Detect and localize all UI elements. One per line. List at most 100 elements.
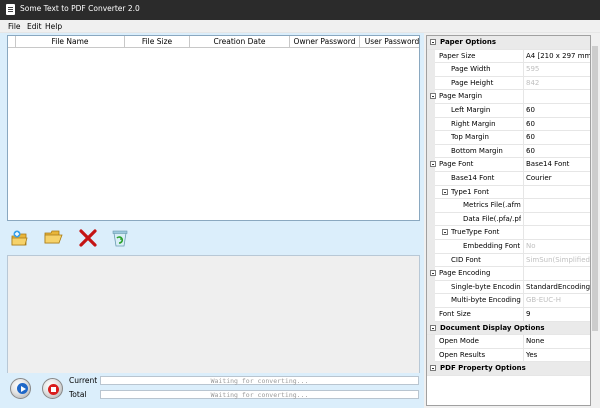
property-row[interactable]: Page Height 842 [427, 76, 590, 91]
property-grid[interactable]: Paper Options Paper Size A4 [210 x 297 mm]… [426, 35, 591, 406]
collapse-icon[interactable] [430, 324, 436, 331]
property-value[interactable]: StandardEncoding [523, 280, 590, 295]
menu-file[interactable]: File [8, 22, 21, 31]
property-row[interactable]: Paper Size A4 [210 x 297 mm] [427, 49, 590, 64]
property-value[interactable]: None [523, 335, 590, 349]
current-label: Current [69, 376, 98, 385]
property-value[interactable]: SimSun(Simplified Chinese) [523, 253, 590, 268]
property-value[interactable]: 842 [523, 76, 590, 91]
property-name: Open Mode [439, 337, 479, 346]
property-value[interactable]: A4 [210 x 297 mm] [523, 49, 590, 64]
title-bar: Some Text to PDF Converter 2.0 [0, 0, 600, 20]
property-row[interactable]: Single-byte Encoding StandardEncoding [427, 280, 590, 295]
property-gutter [427, 308, 435, 322]
column-file-size[interactable]: File Size [125, 36, 190, 48]
property-category[interactable]: Document Display Options [427, 321, 590, 336]
property-row[interactable]: Top Margin 60 [427, 131, 590, 145]
property-row[interactable]: Embedding Font No [427, 240, 590, 254]
property-value[interactable]: GB-EUC-H [523, 294, 590, 308]
property-row[interactable]: Font Size 9 [427, 308, 590, 322]
add-files-icon[interactable] [10, 229, 30, 247]
property-category[interactable]: Paper Options [427, 36, 590, 50]
property-name: Bottom Margin [451, 146, 503, 155]
current-progress-text: Waiting for converting... [210, 377, 309, 385]
property-value[interactable] [523, 199, 590, 213]
property-gutter [427, 199, 435, 213]
property-row[interactable]: Multi-byte Encoding GB-EUC-H [427, 294, 590, 308]
menu-edit[interactable]: Edit [27, 22, 42, 31]
property-value[interactable]: Base14 Font [523, 158, 590, 172]
stop-convert-button[interactable] [42, 378, 63, 399]
property-row[interactable]: Open Mode None [427, 335, 590, 349]
property-value[interactable]: Yes [523, 348, 590, 363]
left-pane: File Name File Size Creation Date Owner … [0, 33, 424, 408]
property-value[interactable] [523, 212, 590, 227]
property-category[interactable]: PDF Property Options [427, 362, 590, 376]
property-row[interactable]: Page Font Base14 Font [427, 158, 590, 172]
collapse-icon[interactable] [430, 93, 436, 100]
property-name: TrueType Font [451, 228, 500, 237]
property-row[interactable]: Page Encoding [427, 267, 590, 281]
column-file-name[interactable]: File Name [16, 36, 125, 48]
property-name: Single-byte Encoding [451, 282, 521, 291]
property-value[interactable]: Courier [523, 172, 590, 186]
collapse-icon[interactable] [430, 365, 436, 372]
menu-help[interactable]: Help [45, 22, 62, 31]
property-value[interactable] [523, 267, 590, 281]
property-value[interactable]: 60 [523, 104, 590, 118]
property-row[interactable]: Metrics File(.afm) [427, 199, 590, 213]
property-row[interactable]: TrueType Font [427, 226, 590, 240]
property-row[interactable]: Left Margin 60 [427, 104, 590, 118]
property-value[interactable]: 9 [523, 308, 590, 322]
property-value[interactable] [523, 90, 590, 104]
add-folder-icon[interactable] [44, 229, 64, 247]
collapse-icon[interactable] [430, 39, 436, 45]
property-row[interactable]: Page Width 595 [427, 63, 590, 77]
property-value[interactable]: 60 [523, 117, 590, 132]
property-gutter [427, 104, 435, 118]
property-name: Left Margin [451, 106, 491, 114]
collapse-icon[interactable] [430, 270, 436, 277]
property-row[interactable]: Base14 Font Courier [427, 172, 590, 186]
property-name: Page Width [451, 65, 491, 74]
clear-list-icon[interactable] [110, 229, 130, 247]
app-icon [6, 4, 15, 15]
property-name: Open Results [439, 350, 486, 359]
column-user-password[interactable]: User Password [360, 36, 424, 48]
properties-pane: Paper Options Paper Size A4 [210 x 297 mm]… [424, 33, 600, 408]
property-value[interactable] [523, 226, 590, 240]
property-row[interactable]: Data File(.pfa/.pfb) [427, 212, 590, 227]
property-row[interactable]: Open Results Yes [427, 348, 590, 363]
file-list[interactable]: File Name File Size Creation Date Owner … [7, 35, 420, 221]
column-owner-password[interactable]: Owner Password [290, 36, 360, 48]
property-value[interactable] [523, 185, 590, 200]
property-row[interactable]: Bottom Margin 60 [427, 144, 590, 159]
collapse-icon[interactable] [442, 229, 448, 236]
property-gutter [427, 131, 435, 145]
property-gutter [427, 185, 435, 200]
property-name: Font Size [439, 310, 471, 318]
property-name: Data File(.pfa/.pfb) [463, 214, 521, 223]
property-scrollbar-thumb[interactable] [592, 46, 598, 331]
total-progress-text: Waiting for converting... [210, 391, 309, 399]
property-name: Page Margin [439, 92, 483, 101]
collapse-icon[interactable] [430, 161, 436, 168]
property-name: Page Encoding [439, 269, 491, 278]
collapse-icon[interactable] [442, 188, 448, 195]
property-row[interactable]: CID Font SimSun(Simplified Chinese) [427, 253, 590, 268]
property-name: Multi-byte Encoding [451, 296, 521, 305]
property-value[interactable]: No [523, 240, 590, 254]
property-value[interactable]: 595 [523, 63, 590, 77]
start-convert-button[interactable] [10, 378, 31, 399]
property-row[interactable]: Page Margin [427, 90, 590, 104]
total-label: Total [69, 390, 87, 399]
property-row[interactable]: Right Margin 60 [427, 117, 590, 132]
property-row[interactable]: Type1 Font [427, 185, 590, 200]
property-name: CID Font [451, 255, 481, 264]
property-gutter [427, 63, 435, 77]
property-value[interactable]: 60 [523, 144, 590, 159]
property-value[interactable]: 60 [523, 131, 590, 145]
column-creation-date[interactable]: Creation Date [190, 36, 290, 48]
property-name: Base14 Font [451, 174, 495, 182]
delete-icon[interactable] [78, 229, 98, 247]
